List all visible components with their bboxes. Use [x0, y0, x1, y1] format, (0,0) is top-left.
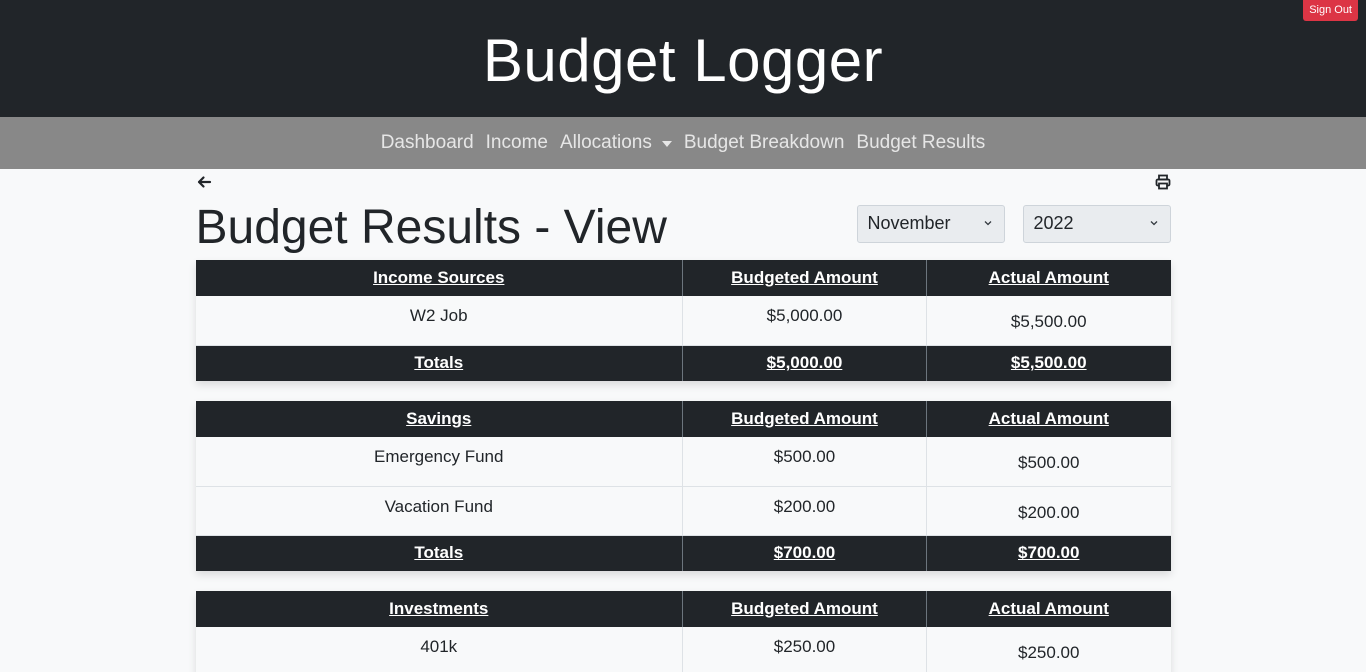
- chevron-down-icon: [1150, 220, 1157, 225]
- column-header[interactable]: Actual Amount: [926, 260, 1171, 296]
- cell-name: 401k: [195, 627, 683, 672]
- toolbar: [196, 169, 1171, 197]
- nav-income[interactable]: Income: [480, 132, 554, 154]
- arrow-left-icon[interactable]: [196, 174, 212, 190]
- investments-table: Investments Budgeted Amount Actual Amoun…: [195, 591, 1171, 672]
- cell-actual: $5,500.00: [926, 296, 1171, 346]
- cell-budgeted: $5,000.00: [682, 296, 927, 346]
- cell-actual: $200.00: [926, 486, 1171, 536]
- column-header[interactable]: Budgeted Amount: [682, 401, 927, 437]
- nav-allocations-label: Allocations: [559, 132, 652, 153]
- nav-dashboard[interactable]: Dashboard: [375, 132, 480, 154]
- table-row: Emergency Fund $500.00 $500.00: [195, 437, 1171, 487]
- year-select[interactable]: 2022: [1022, 204, 1171, 243]
- month-select[interactable]: November: [856, 204, 1005, 243]
- chevron-down-icon: [984, 220, 991, 225]
- nav-allocations[interactable]: Allocations: [554, 132, 678, 154]
- totals-budgeted[interactable]: $5,000.00: [682, 345, 927, 381]
- totals-row: Totals $5,000.00 $5,500.00: [195, 345, 1171, 381]
- cell-actual: $500.00: [926, 437, 1171, 487]
- column-header[interactable]: Budgeted Amount: [682, 591, 927, 627]
- app-header: Budget Logger Sign Out: [0, 0, 1366, 117]
- printer-icon[interactable]: [1155, 174, 1171, 190]
- year-select-value: 2022: [1033, 213, 1074, 233]
- main-nav: Dashboard Income Allocations Budget Brea…: [0, 117, 1366, 169]
- savings-table: Savings Budgeted Amount Actual Amount Em…: [195, 401, 1171, 571]
- title-row: Budget Results - View November 2022: [196, 197, 1171, 260]
- cell-name: Emergency Fund: [195, 437, 683, 487]
- table-row: W2 Job $5,000.00 $5,500.00: [195, 296, 1171, 346]
- table-row: Vacation Fund $200.00 $200.00: [195, 486, 1171, 536]
- app-title: Budget Logger: [482, 27, 884, 94]
- main-content: Budget Results - View November 2022 Inco…: [195, 169, 1171, 672]
- income-table: Income Sources Budgeted Amount Actual Am…: [195, 260, 1171, 381]
- cell-name: W2 Job: [195, 296, 683, 346]
- table-header-row: Savings Budgeted Amount Actual Amount: [195, 401, 1171, 437]
- table-row: 401k $250.00 $250.00: [195, 627, 1171, 672]
- period-selectors: November 2022: [856, 204, 1171, 243]
- column-header[interactable]: Budgeted Amount: [682, 260, 927, 296]
- totals-actual[interactable]: $700.00: [926, 535, 1171, 571]
- page-title: Budget Results - View: [195, 201, 667, 254]
- caret-down-icon: [661, 141, 672, 147]
- cell-actual: $250.00: [926, 627, 1171, 672]
- column-header[interactable]: Actual Amount: [926, 401, 1171, 437]
- column-header[interactable]: Actual Amount: [926, 591, 1171, 627]
- column-header[interactable]: Investments: [195, 591, 683, 627]
- sign-out-button[interactable]: Sign Out: [1303, 0, 1358, 21]
- month-select-value: November: [867, 213, 951, 233]
- totals-budgeted[interactable]: $700.00: [682, 535, 927, 571]
- totals-label[interactable]: Totals: [195, 345, 683, 381]
- nav-budget-breakdown[interactable]: Budget Breakdown: [678, 132, 851, 154]
- totals-row: Totals $700.00 $700.00: [195, 535, 1171, 571]
- cell-budgeted: $200.00: [682, 486, 927, 536]
- table-header-row: Investments Budgeted Amount Actual Amoun…: [195, 591, 1171, 627]
- cell-name: Vacation Fund: [195, 486, 683, 536]
- totals-label[interactable]: Totals: [195, 535, 683, 571]
- column-header[interactable]: Income Sources: [195, 260, 683, 296]
- column-header[interactable]: Savings: [195, 401, 683, 437]
- cell-budgeted: $500.00: [682, 437, 927, 487]
- totals-actual[interactable]: $5,500.00: [926, 345, 1171, 381]
- cell-budgeted: $250.00: [682, 627, 927, 672]
- table-header-row: Income Sources Budgeted Amount Actual Am…: [195, 260, 1171, 296]
- nav-budget-results[interactable]: Budget Results: [850, 132, 991, 154]
